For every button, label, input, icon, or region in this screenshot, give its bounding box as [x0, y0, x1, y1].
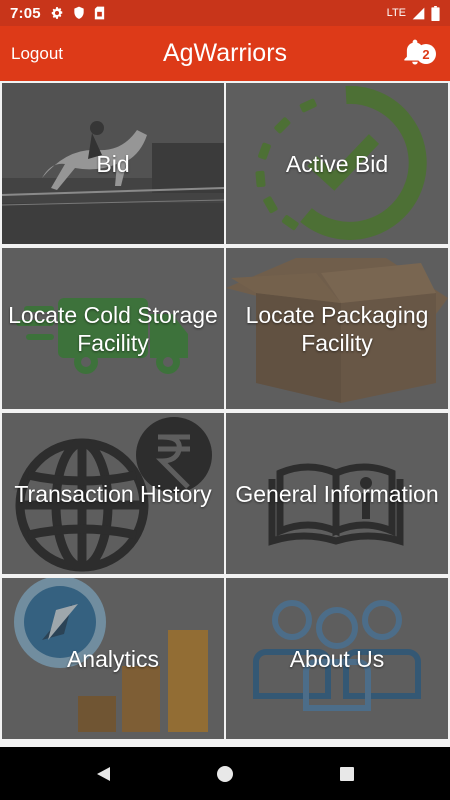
signal-icon	[412, 7, 425, 20]
shield-icon	[73, 6, 85, 20]
home-button[interactable]	[213, 762, 237, 786]
tile-bid[interactable]: Bid	[2, 83, 224, 244]
tile-label: Transaction History	[14, 480, 212, 507]
back-icon	[97, 766, 110, 781]
menu-grid: Bid Active Bid Locate Cold Storage Facil…	[0, 81, 450, 747]
tile-transaction-history[interactable]: Transaction History	[2, 413, 224, 574]
tile-label: General Information	[235, 480, 439, 507]
tile-general-information[interactable]: General Information	[226, 413, 448, 574]
notifications-button[interactable]: 2	[400, 37, 436, 69]
status-time: 7:05	[10, 4, 41, 22]
tile-analytics[interactable]: Analytics	[2, 578, 224, 739]
tile-about-us[interactable]: About Us	[226, 578, 448, 739]
tile-label: Locate Packaging Facility	[245, 301, 429, 356]
tile-label: Active Bid	[285, 150, 389, 177]
system-nav-bar	[0, 747, 450, 800]
back-button[interactable]	[91, 762, 115, 786]
status-right: LTE	[386, 5, 440, 21]
status-bar: 7:05 LTE	[0, 0, 450, 26]
recents-button[interactable]	[335, 762, 359, 786]
tile-packaging[interactable]: Locate Packaging Facility	[226, 248, 448, 409]
app-bar: Logout AgWarriors 2	[0, 26, 450, 81]
status-left: 7:05	[10, 5, 105, 22]
tile-label: Analytics	[66, 645, 160, 672]
battery-icon	[431, 5, 440, 21]
logout-button[interactable]: Logout	[11, 26, 63, 81]
tile-label: Locate Cold Storage Facility	[8, 301, 218, 356]
tile-label: Bid	[96, 150, 130, 177]
tile-label: About Us	[289, 645, 385, 672]
settings-icon	[50, 6, 64, 20]
app-title: AgWarriors	[162, 39, 288, 67]
home-icon	[217, 765, 233, 782]
tile-cold-storage[interactable]: Locate Cold Storage Facility	[2, 248, 224, 409]
recents-icon	[340, 766, 354, 781]
sim-card-icon	[94, 6, 105, 20]
tile-active-bid[interactable]: Active Bid	[226, 83, 448, 244]
notification-count-badge: 2	[416, 44, 436, 64]
network-type: LTE	[386, 7, 406, 19]
